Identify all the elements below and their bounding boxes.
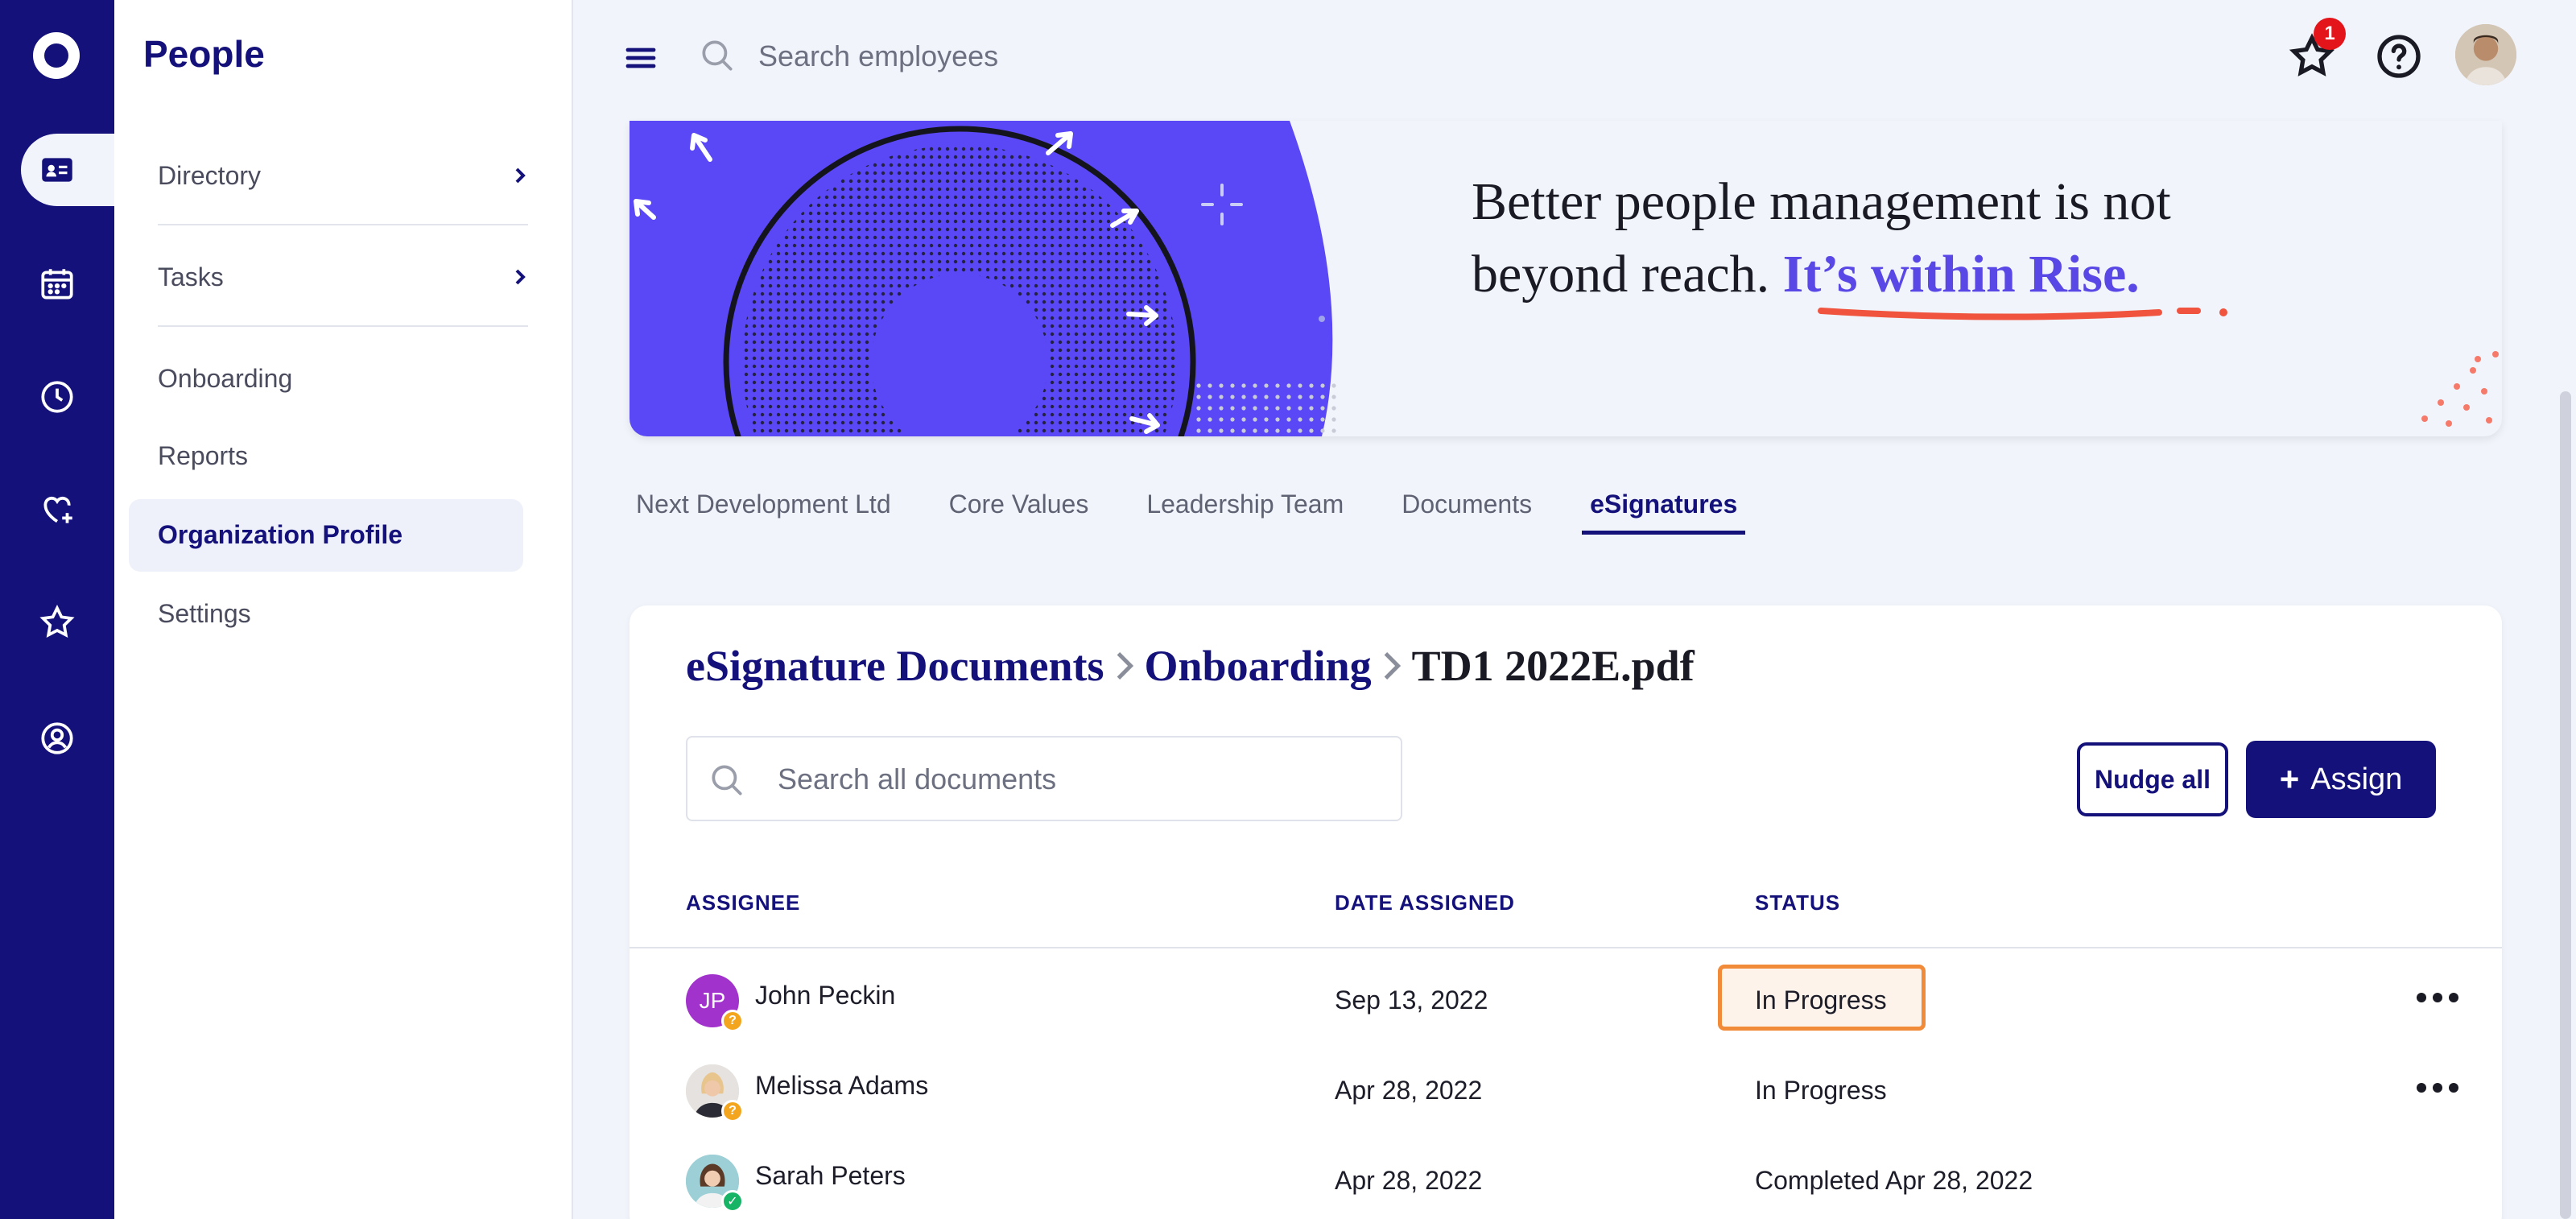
sidebar-item-label: Onboarding	[158, 363, 293, 393]
section-title: People	[143, 33, 265, 75]
chevron-right-icon	[515, 167, 526, 184]
icon-rail	[0, 0, 114, 1219]
pending-status-icon: ?	[721, 1010, 744, 1032]
completed-check-icon: ✓	[721, 1190, 744, 1213]
promo-banner: Better people management is not beyond r…	[630, 121, 2502, 436]
date-assigned: Sep 13, 2022	[1335, 986, 1488, 1014]
user-avatar[interactable]	[2455, 24, 2516, 85]
assignee-name: Sarah Peters	[755, 1161, 906, 1190]
calendar-icon[interactable]	[32, 259, 82, 309]
table-row[interactable]: ? Melissa Adams Apr 28, 2022 In Progress	[630, 1058, 2502, 1147]
user-search-icon[interactable]	[32, 713, 82, 763]
search-icon	[702, 40, 733, 71]
tab-leadership-team[interactable]: Leadership Team	[1146, 490, 1344, 535]
side-navigation: People Directory Tasks Onboarding Report…	[114, 0, 573, 1219]
tab-core-values[interactable]: Core Values	[949, 490, 1089, 535]
sidebar-item-directory[interactable]: Directory	[158, 151, 528, 200]
chevron-right-icon	[1384, 652, 1401, 680]
sidebar-item-organization-profile[interactable]: Organization Profile	[158, 510, 528, 559]
column-header-status[interactable]: STATUS	[1755, 890, 1840, 915]
profile-tabs: Next Development Ltd Core Values Leaders…	[636, 490, 1803, 535]
date-assigned: Apr 28, 2022	[1335, 1076, 1483, 1105]
clock-icon[interactable]	[32, 372, 82, 422]
help-icon[interactable]	[2373, 31, 2425, 82]
tab-documents[interactable]: Documents	[1402, 490, 1532, 535]
esignature-documents-card: eSignature Documents Onboarding TD1 2022…	[630, 605, 2502, 1219]
breadcrumb: eSignature Documents Onboarding TD1 2022…	[686, 641, 1695, 691]
page-scrollbar[interactable]	[2560, 391, 2571, 1219]
sidebar-item-settings[interactable]: Settings	[158, 589, 528, 638]
sidebar-item-onboarding[interactable]: Onboarding	[158, 354, 528, 403]
sidebar-item-reports[interactable]: Reports	[158, 432, 528, 480]
assignee-name: John Peckin	[755, 981, 896, 1010]
top-bar: 1	[573, 0, 2576, 121]
tab-esignatures[interactable]: eSignatures	[1582, 490, 1746, 535]
chevron-right-icon	[1117, 652, 1133, 680]
assign-button-label: Assign	[2310, 762, 2403, 796]
date-assigned: Apr 28, 2022	[1335, 1166, 1483, 1195]
notification-badge: 1	[2314, 18, 2346, 50]
status-text: In Progress	[1755, 1076, 1887, 1105]
banner-tagline: Better people management is not beyond r…	[1472, 166, 2171, 311]
more-options-icon[interactable]	[2413, 1076, 2462, 1100]
banner-line-2: beyond reach. It’s within Rise.	[1472, 238, 2171, 311]
column-header-assignee[interactable]: ASSIGNEE	[686, 890, 800, 915]
assignee-name: Melissa Adams	[755, 1071, 929, 1100]
people-card-icon[interactable]	[32, 145, 82, 195]
sidebar-item-label: Tasks	[158, 262, 224, 291]
status-text: In Progress	[1755, 986, 1887, 1014]
banner-line-2-prefix: beyond reach.	[1472, 245, 1770, 304]
star-icon[interactable]	[32, 597, 82, 647]
breadcrumb-current-file: TD1 2022E.pdf	[1411, 642, 1695, 690]
plus-icon: +	[2279, 760, 2300, 798]
banner-line-2-accent: It’s within Rise.	[1782, 245, 2140, 304]
tab-next-development-ltd[interactable]: Next Development Ltd	[636, 490, 891, 535]
sidebar-item-label: Settings	[158, 598, 251, 628]
search-icon	[712, 765, 742, 795]
more-options-icon[interactable]	[2413, 986, 2462, 1010]
heart-plus-icon[interactable]	[32, 485, 82, 535]
document-search-box	[686, 736, 1402, 821]
breadcrumb-esignature-documents[interactable]: eSignature Documents	[686, 641, 1104, 691]
nudge-all-button[interactable]: Nudge all	[2077, 742, 2228, 816]
nav-divider	[158, 224, 528, 225]
nav-divider	[158, 325, 528, 327]
sidebar-item-label: Organization Profile	[158, 519, 403, 549]
hamburger-menu-icon[interactable]	[621, 39, 660, 77]
employee-search-input[interactable]	[758, 32, 1402, 81]
table-header-divider	[630, 947, 2502, 948]
assign-button[interactable]: + Assign	[2246, 741, 2436, 818]
table-row[interactable]: ✓ Sarah Peters Apr 28, 2022 Completed Ap…	[630, 1148, 2502, 1219]
sidebar-item-label: Directory	[158, 160, 262, 190]
sidebar-item-label: Reports	[158, 440, 249, 470]
chevron-right-icon	[515, 269, 526, 285]
status-text: Completed Apr 28, 2022	[1755, 1166, 2033, 1195]
banner-line-1: Better people management is not	[1472, 172, 2171, 231]
sidebar-item-tasks[interactable]: Tasks	[158, 253, 528, 301]
breadcrumb-onboarding[interactable]: Onboarding	[1145, 641, 1372, 691]
app-logo-icon[interactable]	[33, 32, 80, 79]
table-row[interactable]: JP ? John Peckin Sep 13, 2022 In Progres…	[630, 965, 2502, 1056]
column-header-date-assigned[interactable]: DATE ASSIGNED	[1335, 890, 1515, 915]
pending-status-icon: ?	[721, 1100, 744, 1122]
document-search-input[interactable]	[778, 754, 1373, 805]
